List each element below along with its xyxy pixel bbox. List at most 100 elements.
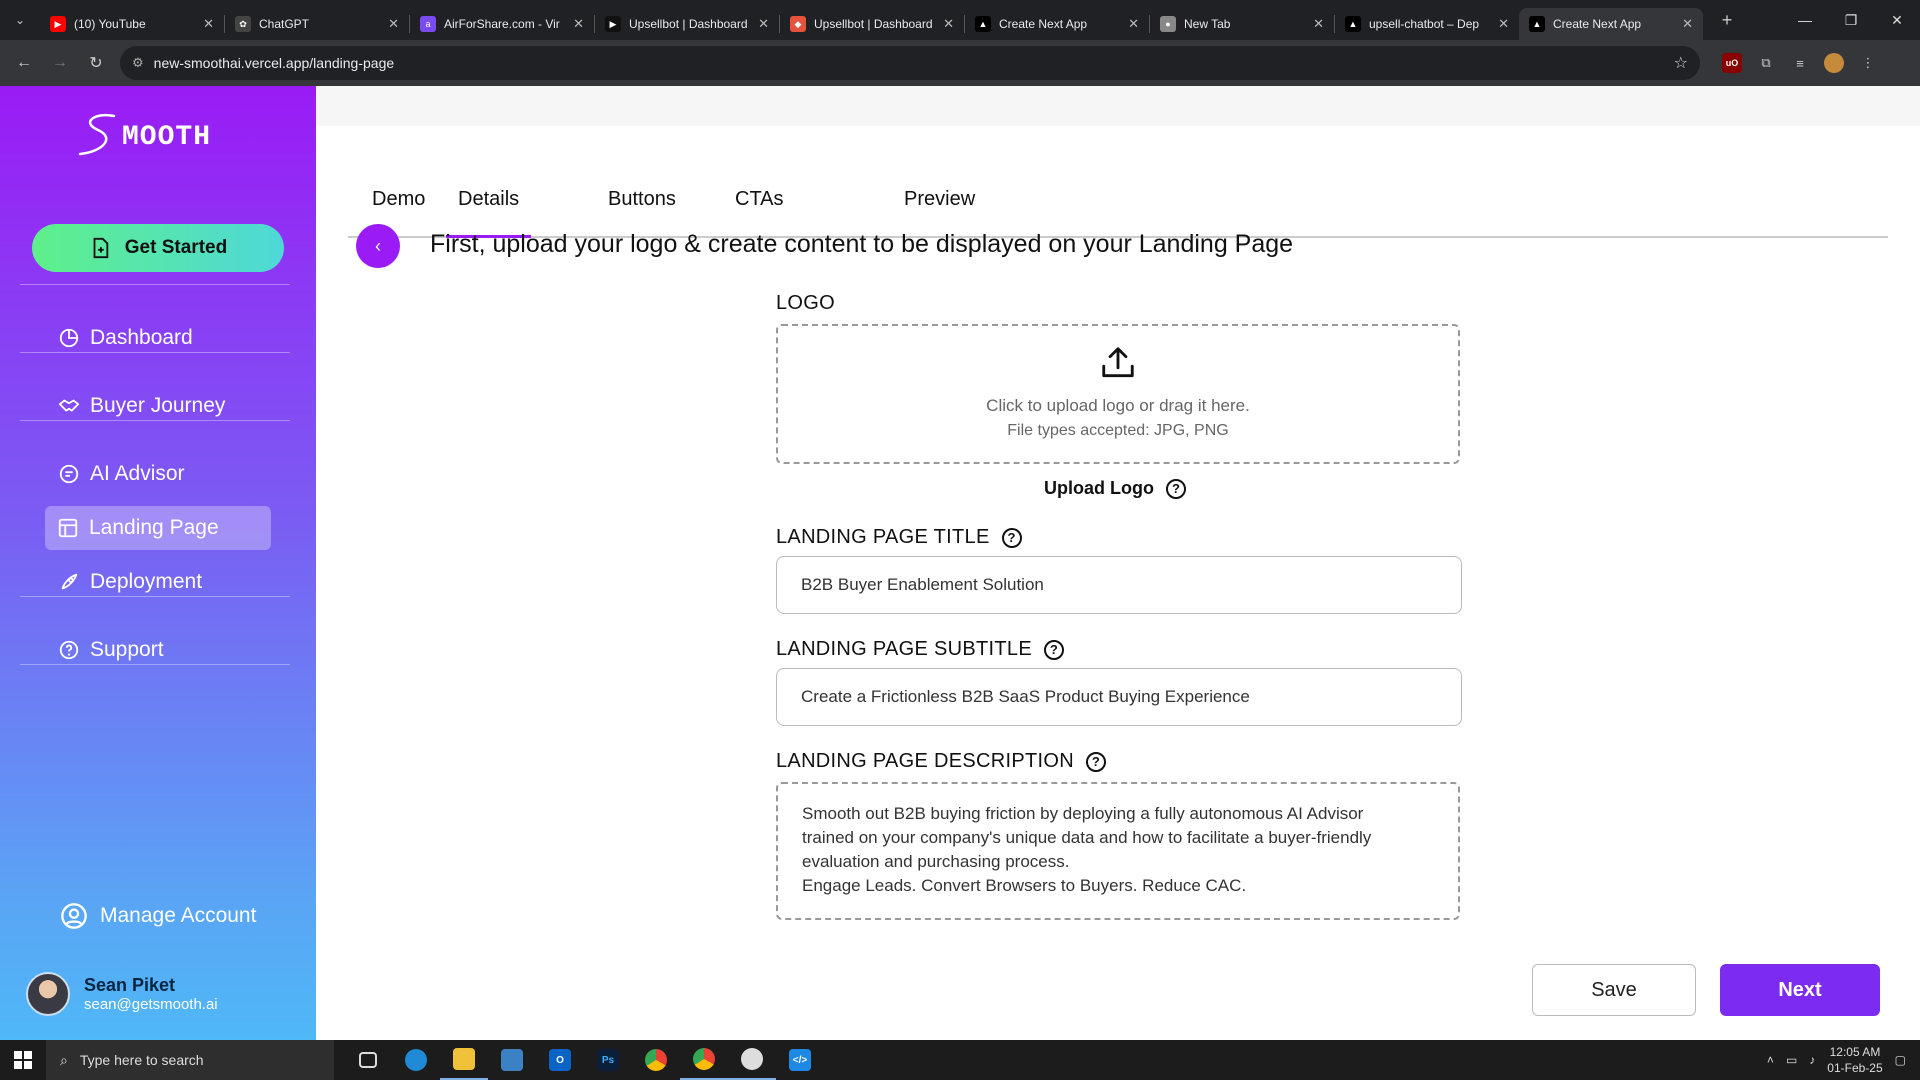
taskbar-search[interactable]: ⌕ Type here to search [46,1040,334,1080]
browser-tab[interactable]: ◆ Upsellbot | Dashboard ✕ [780,8,964,40]
description-line: evaluation and purchasing process. [802,852,1070,871]
title-label-text: LANDING PAGE TITLE [776,526,990,548]
photoshop-icon[interactable]: Ps [584,1040,632,1080]
sidebar-item-buyer-journey[interactable]: Buyer Journey [46,384,270,428]
chrome-menu-icon[interactable]: ⋮ [1858,53,1878,73]
avatar [26,972,70,1016]
store-icon[interactable] [488,1040,536,1080]
window-controls: — ❐ ✕ [1782,0,1920,40]
outlook-icon[interactable]: O [536,1040,584,1080]
close-tab-icon[interactable]: ✕ [388,16,399,32]
browser-tab[interactable]: ✿ ChatGPT ✕ [225,8,409,40]
sidebar-item-label: Deployment [90,570,203,593]
smooth-logo[interactable]: MOOTH [76,108,246,158]
get-started-button[interactable]: Get Started [32,224,284,272]
address-bar[interactable]: ⚙ new-smoothai.vercel.app/landing-page ☆ [120,46,1700,80]
sidebar-item-deployment[interactable]: Deployment [46,560,270,604]
close-tab-icon[interactable]: ✕ [943,16,954,32]
layout-icon [58,518,78,538]
sidebar-divider [20,596,290,597]
edge-icon[interactable] [392,1040,440,1080]
browser-tab[interactable]: ▶ (10) YouTube ✕ [40,8,224,40]
help-icon[interactable]: ? [1001,527,1022,548]
sidebar: MOOTH Get Started Dashboard Buyer Journe… [0,86,316,1040]
close-tab-icon[interactable]: ✕ [203,16,214,32]
profile-avatar-icon[interactable] [1824,53,1844,73]
reload-button[interactable]: ↻ [78,45,114,81]
user-email: sean@getsmooth.ai [84,996,218,1013]
file-explorer-icon[interactable] [440,1040,488,1080]
user-profile[interactable]: Sean Piket sean@getsmooth.ai [26,972,218,1016]
sidebar-item-dashboard[interactable]: Dashboard [46,316,270,360]
close-tab-icon[interactable]: ✕ [1682,16,1693,32]
close-tab-icon[interactable]: ✕ [758,16,769,32]
manage-account-label: Manage Account [100,904,257,927]
help-icon[interactable]: ? [1044,639,1064,660]
restore-button[interactable]: ❐ [1828,0,1874,40]
smooth-logo-mark: MOOTH [78,113,211,156]
browser-tab[interactable]: ▲ Create Next App ✕ [965,8,1149,40]
media-control-icon[interactable]: ≡ [1790,53,1810,73]
clock[interactable]: 12:05 AM 01-Feb-25 [1827,1044,1882,1076]
task-view-icon[interactable] [344,1040,392,1080]
back-button[interactable]: ‹ [356,224,400,268]
sidebar-item-support[interactable]: Support [46,628,270,672]
chrome-profile-2-icon[interactable] [728,1040,776,1080]
logo-upload-dropzone[interactable]: Click to upload logo or drag it here. Fi… [776,324,1460,464]
new-tab-button[interactable]: + [1713,10,1741,31]
tab-search-button[interactable]: ⌄ [0,0,40,40]
close-tab-icon[interactable]: ✕ [1498,16,1509,32]
vercel-icon: ▲ [1529,16,1545,32]
save-button[interactable]: Save [1532,964,1696,1016]
landing-description-textarea[interactable]: Smooth out B2B buying friction by deploy… [776,782,1460,920]
browser-tab[interactable]: ▶ Upsellbot | Dashboard ✕ [595,8,779,40]
close-tab-icon[interactable]: ✕ [1313,16,1324,32]
help-icon [59,640,79,660]
get-started-label: Get Started [124,237,228,258]
chrome-profile-icon[interactable] [680,1040,728,1080]
system-tray: ˄ ▭ ♪ 12:05 AM 01-Feb-25 ▢ [1767,1040,1920,1080]
upload-icon [1102,347,1134,378]
next-button[interactable]: Next [1720,964,1880,1016]
site-info-icon[interactable]: ⚙ [132,55,144,71]
browser-tab[interactable]: a AirForShare.com - Vir ✕ [410,8,594,40]
volume-icon[interactable]: ♪ [1809,1053,1815,1067]
browser-tab[interactable]: ▲ Create Next App ✕ [1519,8,1703,40]
landing-title-input[interactable]: B2B Buyer Enablement Solution [776,556,1462,614]
help-icon[interactable]: ? [1086,751,1106,772]
upload-logo-text: Upload Logo [1044,478,1154,498]
bookmark-star-icon[interactable]: ☆ [1674,53,1688,73]
youtube-icon: ▶ [50,16,66,32]
pie-chart-icon [59,328,79,348]
browser-tab[interactable]: ▲ upsell-chatbot – Dep ✕ [1335,8,1519,40]
logo-label: LOGO [776,292,835,315]
sidebar-item-landing-page[interactable]: Landing Page [45,506,271,550]
vscode-icon[interactable]: </> [776,1040,824,1080]
logo-wordmark: MOOTH [122,122,211,153]
step-tabs: Demo Details Buttons CTAs Preview [348,126,1888,238]
url-text[interactable]: new-smoothai.vercel.app/landing-page [154,55,1664,71]
sidebar-divider [20,664,290,665]
close-window-button[interactable]: ✕ [1874,0,1920,40]
help-icon[interactable]: ? [1165,478,1186,499]
network-icon[interactable]: ▭ [1786,1053,1797,1067]
chat-icon [59,464,79,484]
back-nav-button[interactable]: ← [6,45,42,81]
ublock-icon[interactable]: uO [1722,53,1742,73]
handshake-icon [58,399,80,412]
landing-subtitle-input[interactable]: Create a Frictionless B2B SaaS Product B… [776,668,1462,726]
close-tab-icon[interactable]: ✕ [1128,16,1139,32]
clock-date: 01-Feb-25 [1827,1061,1883,1075]
sidebar-item-ai-advisor[interactable]: AI Advisor [46,452,270,496]
tray-chevron-icon[interactable]: ˄ [1767,1053,1774,1067]
chrome-icon[interactable] [632,1040,680,1080]
forward-nav-button[interactable]: → [42,45,78,81]
windows-taskbar: ⌕ Type here to search O Ps </> ˄ ▭ ♪ 12:… [0,1040,1920,1080]
start-button[interactable] [0,1040,46,1080]
extensions-puzzle-icon[interactable]: ⧉ [1756,53,1776,73]
browser-tab[interactable]: ● New Tab ✕ [1150,8,1334,40]
manage-account-link[interactable]: Manage Account [60,902,256,930]
minimize-button[interactable]: — [1782,0,1828,40]
close-tab-icon[interactable]: ✕ [573,16,584,32]
notifications-icon[interactable]: ▢ [1895,1053,1906,1067]
